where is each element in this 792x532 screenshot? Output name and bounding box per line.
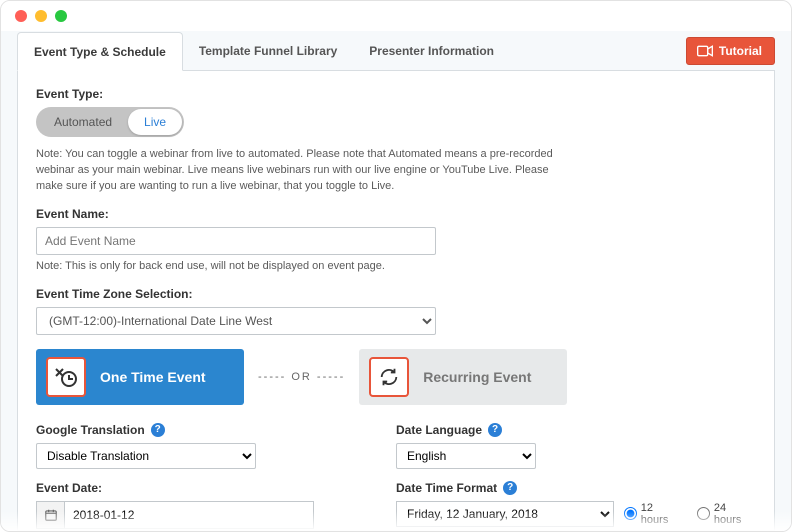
event-type-section: Event Type: Automated Live Note: You can… — [36, 87, 756, 195]
google-translation-text: Google Translation — [36, 423, 145, 437]
google-translation-select[interactable]: Disable Translation — [36, 443, 256, 469]
radio-12-label: 12 hours — [641, 502, 683, 526]
clock-slash-icon — [54, 365, 78, 389]
event-type-label: Event Type: — [36, 87, 756, 101]
event-name-label: Event Name: — [36, 207, 756, 221]
radio-24-hours[interactable]: 24 hours — [697, 502, 756, 526]
event-type-note: Note: You can toggle a webinar from live… — [36, 147, 556, 195]
main-content: Event Type & Schedule Template Funnel Li… — [1, 31, 791, 531]
event-name-note: Note: This is only for back end use, wil… — [36, 259, 556, 275]
recurring-event-button[interactable]: Recurring Event — [359, 349, 567, 405]
refresh-icon — [378, 366, 400, 388]
hour-format-radios: 12 hours 24 hours — [624, 502, 756, 526]
radio-12-hours[interactable]: 12 hours — [624, 502, 683, 526]
event-date-row — [36, 501, 336, 529]
tab-presenter-information[interactable]: Presenter Information — [353, 31, 510, 70]
help-icon[interactable]: ? — [151, 423, 165, 437]
event-name-input[interactable] — [36, 227, 436, 255]
one-time-event-label: One Time Event — [100, 369, 206, 385]
event-name-section: Event Name: Note: This is only for back … — [36, 207, 756, 275]
help-icon[interactable]: ? — [503, 481, 517, 495]
toggle-live[interactable]: Live — [128, 109, 182, 135]
date-language-text: Date Language — [396, 423, 482, 437]
one-time-icon-slot — [46, 357, 86, 397]
camera-icon — [697, 45, 713, 57]
timezone-section: Event Time Zone Selection: (GMT-12:00)-I… — [36, 287, 756, 335]
radio-24-label: 24 hours — [714, 502, 756, 526]
calendar-icon[interactable] — [36, 501, 64, 529]
date-language-section: Date Language ? English — [396, 423, 756, 469]
date-language-select[interactable]: English — [396, 443, 536, 469]
date-time-format-select[interactable]: Friday, 12 January, 2018 — [396, 501, 614, 527]
app-window: Event Type & Schedule Template Funnel Li… — [0, 0, 792, 532]
toggle-automated[interactable]: Automated — [38, 109, 128, 135]
left-column: Google Translation ? Disable Translation… — [36, 423, 336, 531]
date-language-label: Date Language ? — [396, 423, 756, 437]
tab-bar: Event Type & Schedule Template Funnel Li… — [17, 31, 775, 71]
form-panel: Event Type: Automated Live Note: You can… — [17, 71, 775, 531]
recurring-icon-slot — [369, 357, 409, 397]
tab-event-type-schedule[interactable]: Event Type & Schedule — [17, 32, 183, 71]
event-type-toggle: Automated Live — [36, 107, 184, 137]
lower-columns: Google Translation ? Disable Translation… — [36, 423, 756, 531]
tab-template-funnel-library[interactable]: Template Funnel Library — [183, 31, 353, 70]
google-translation-label: Google Translation ? — [36, 423, 336, 437]
timezone-label: Event Time Zone Selection: — [36, 287, 756, 301]
one-time-event-button[interactable]: One Time Event — [36, 349, 244, 405]
event-date-label: Event Date: — [36, 481, 336, 495]
date-time-format-row: Friday, 12 January, 2018 12 hours 24 hou… — [396, 501, 756, 527]
minimize-window-dot[interactable] — [35, 10, 47, 22]
close-window-dot[interactable] — [15, 10, 27, 22]
event-kind-row: One Time Event ----- OR ----- Recurring … — [36, 349, 756, 405]
date-time-format-text: Date Time Format — [396, 481, 497, 495]
right-column: Date Language ? English Date Time Format… — [396, 423, 756, 531]
date-time-format-label: Date Time Format ? — [396, 481, 756, 495]
maximize-window-dot[interactable] — [55, 10, 67, 22]
timezone-select[interactable]: (GMT-12:00)-International Date Line West — [36, 307, 436, 335]
event-date-input[interactable] — [64, 501, 314, 529]
tutorial-button[interactable]: Tutorial — [686, 37, 775, 65]
calendar-svg-icon — [44, 508, 58, 522]
window-titlebar — [1, 1, 791, 31]
google-translation-section: Google Translation ? Disable Translation — [36, 423, 336, 469]
event-date-section: Event Date: — [36, 481, 336, 529]
help-icon[interactable]: ? — [488, 423, 502, 437]
tutorial-label: Tutorial — [719, 44, 762, 58]
or-separator: ----- OR ----- — [258, 371, 345, 383]
recurring-event-label: Recurring Event — [423, 369, 531, 385]
date-time-format-section: Date Time Format ? Friday, 12 January, 2… — [396, 481, 756, 527]
